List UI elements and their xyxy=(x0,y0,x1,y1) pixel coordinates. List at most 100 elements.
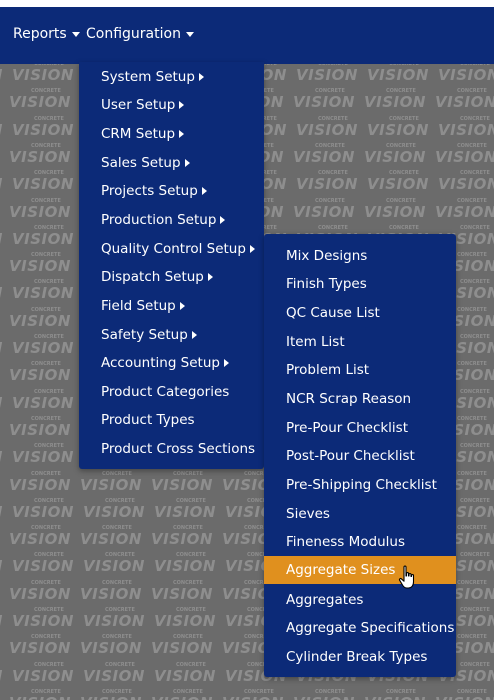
watermark-logo: CONCRETEVISION xyxy=(9,142,71,166)
watermark-logo: CONCRETEVISION xyxy=(367,115,429,139)
watermark-logo: CONCRETEVISION xyxy=(438,64,494,84)
watermark-logo: CONCRETEVISION xyxy=(435,88,494,112)
watermark-logo: CONCRETEVISION xyxy=(154,607,216,630)
watermark-logo: CONCRETEVISION xyxy=(0,503,3,521)
menu-item-label: Product Types xyxy=(101,412,195,428)
watermark-logo: CONCRETEVISION xyxy=(9,88,71,112)
watermark-logo: CONCRETEVISION xyxy=(293,142,355,166)
menu-item-sales-setup[interactable]: Sales Setup xyxy=(79,149,264,177)
watermark-logo: CONCRETEVISION xyxy=(438,170,494,194)
submenu-arrow-icon xyxy=(223,359,229,367)
watermark-logo: CONCRETEVISION xyxy=(12,497,74,521)
menu-item-accounting-setup[interactable]: Accounting Setup xyxy=(79,349,264,377)
watermark-logo: CONCRETEVISION xyxy=(83,661,145,685)
menu-item-label: Quality Control Setup xyxy=(101,241,246,257)
submenu-arrow-icon xyxy=(201,187,207,195)
submenu-item-label: Aggregate Sizes xyxy=(286,562,396,578)
menu-item-system-setup[interactable]: System Setup xyxy=(79,63,264,91)
submenu-item-label: Mix Designs xyxy=(286,248,368,264)
menu-item-label: Production Setup xyxy=(101,212,217,228)
menu-item-label: User Setup xyxy=(101,97,176,113)
submenu-item-pre-shipping-checklist[interactable]: Pre-Shipping Checklist xyxy=(264,471,456,499)
menu-item-label: Product Cross Sections xyxy=(101,441,256,457)
submenu-arrow-icon xyxy=(191,331,197,339)
submenu-item-label: Pre-Pour Checklist xyxy=(286,420,409,436)
watermark-logo: CONCRETEVISION xyxy=(435,688,494,700)
submenu-item-label: Problem List xyxy=(286,362,370,378)
menu-item-projects-setup[interactable]: Projects Setup xyxy=(79,177,264,205)
watermark-logo: CONCRETEVISION xyxy=(0,66,3,84)
menu-item-user-setup[interactable]: User Setup xyxy=(79,91,264,119)
submenu-item-finish-types[interactable]: Finish Types xyxy=(264,270,456,298)
menu-item-label: Safety Setup xyxy=(101,327,188,343)
caret-down-icon xyxy=(185,31,194,37)
watermark-logo: CONCRETEVISION xyxy=(9,361,71,385)
menu-item-crm-setup[interactable]: CRM Setup xyxy=(79,120,264,148)
nav-configuration[interactable]: Configuration xyxy=(86,26,194,42)
menu-item-production-setup[interactable]: Production Setup xyxy=(79,206,264,234)
quality-control-submenu: Mix Designs Finish Types QC Cause List I… xyxy=(264,234,456,677)
submenu-item-sieves[interactable]: Sieves xyxy=(264,500,456,528)
menu-item-label: Projects Setup xyxy=(101,183,198,199)
menu-item-quality-control-setup[interactable]: Quality Control Setup xyxy=(79,235,264,263)
navbar: Reports Configuration xyxy=(0,7,494,64)
submenu-item-problem-list[interactable]: Problem List xyxy=(264,356,456,384)
watermark-logo: CONCRETEVISION xyxy=(293,688,354,700)
watermark-logo: CONCRETEVISION xyxy=(151,525,213,549)
submenu-item-ncr-scrap-reason[interactable]: NCR Scrap Reason xyxy=(264,385,456,413)
watermark-logo: CONCRETEVISION xyxy=(367,64,429,84)
watermark-logo: CONCRETEVISION xyxy=(151,470,213,494)
watermark-logo: CONCRETEVISION xyxy=(12,170,74,194)
watermark-logo: CONCRETEVISION xyxy=(0,612,3,630)
submenu-item-qc-cause-list[interactable]: QC Cause List xyxy=(264,299,456,327)
submenu-item-label: QC Cause List xyxy=(286,305,380,321)
nav-reports[interactable]: Reports xyxy=(13,26,80,42)
submenu-arrow-icon xyxy=(220,216,226,224)
submenu-arrow-icon xyxy=(198,73,204,81)
watermark-logo: CONCRETEVISION xyxy=(435,142,494,166)
watermark-logo: CONCRETEVISION xyxy=(364,142,426,166)
watermark-logo: CONCRETEVISION xyxy=(9,306,71,330)
menu-item-label: Sales Setup xyxy=(101,155,181,171)
submenu-item-aggregates[interactable]: Aggregates xyxy=(264,586,456,614)
submenu-item-mix-designs[interactable]: Mix Designs xyxy=(264,242,456,270)
menu-item-dispatch-setup[interactable]: Dispatch Setup xyxy=(79,263,264,291)
watermark-logo: CONCRETEVISION xyxy=(12,334,74,357)
watermark-logo: CONCRETEVISION xyxy=(80,470,142,494)
menu-item-product-cross-sections[interactable]: Product Cross Sections xyxy=(79,435,264,463)
submenu-item-item-list[interactable]: Item List xyxy=(264,328,456,356)
submenu-item-aggregate-specifications[interactable]: Aggregate Specifications xyxy=(264,614,456,642)
watermark-logo: CONCRETEVISION xyxy=(151,579,213,603)
watermark-logo: CONCRETEVISION xyxy=(83,497,145,521)
watermark-logo: CONCRETEVISION xyxy=(12,115,74,139)
submenu-item-fineness-modulus[interactable]: Fineness Modulus xyxy=(264,528,456,556)
submenu-item-label: Pre-Shipping Checklist xyxy=(286,477,437,493)
watermark-logo: CONCRETEVISION xyxy=(9,415,71,439)
watermark-logo: CONCRETEVISION xyxy=(293,197,355,221)
submenu-arrow-icon xyxy=(179,130,185,138)
submenu-item-post-pour-checklist[interactable]: Post-Pour Checklist xyxy=(264,442,456,470)
submenu-item-cylinder-break-types[interactable]: Cylinder Break Types xyxy=(264,643,456,671)
menu-item-product-categories[interactable]: Product Categories xyxy=(79,378,264,406)
submenu-item-label: Sieves xyxy=(286,506,330,522)
watermark-logo: CONCRETEVISION xyxy=(80,579,142,603)
watermark-logo: CONCRETEVISION xyxy=(9,470,71,494)
watermark-logo: CONCRETEVISION xyxy=(154,552,216,576)
submenu-item-pre-pour-checklist[interactable]: Pre-Pour Checklist xyxy=(264,414,456,442)
watermark-logo: CONCRETEVISION xyxy=(12,224,74,248)
submenu-item-label: Aggregate Specifications xyxy=(286,620,455,636)
submenu-item-label: Post-Pour Checklist xyxy=(286,448,415,464)
submenu-item-label: Item List xyxy=(286,334,345,350)
watermark-logo: CONCRETEVISION xyxy=(296,64,358,84)
watermark-logo: CONCRETEVISION xyxy=(0,667,3,685)
submenu-item-aggregate-sizes[interactable]: Aggregate Sizes xyxy=(264,556,456,584)
watermark-logo: CONCRETEVISION xyxy=(12,388,74,412)
menu-item-safety-setup[interactable]: Safety Setup xyxy=(79,321,264,349)
watermark-logo: CONCRETEVISION xyxy=(0,284,3,302)
watermark-logo: CONCRETEVISION xyxy=(83,552,145,576)
watermark-logo: CONCRETEVISION xyxy=(296,115,358,139)
watermark-logo: CONCRETEVISION xyxy=(296,170,358,194)
menu-item-field-setup[interactable]: Field Setup xyxy=(79,292,264,320)
menu-item-product-types[interactable]: Product Types xyxy=(79,406,264,434)
watermark-logo: CONCRETEVISION xyxy=(80,525,142,549)
